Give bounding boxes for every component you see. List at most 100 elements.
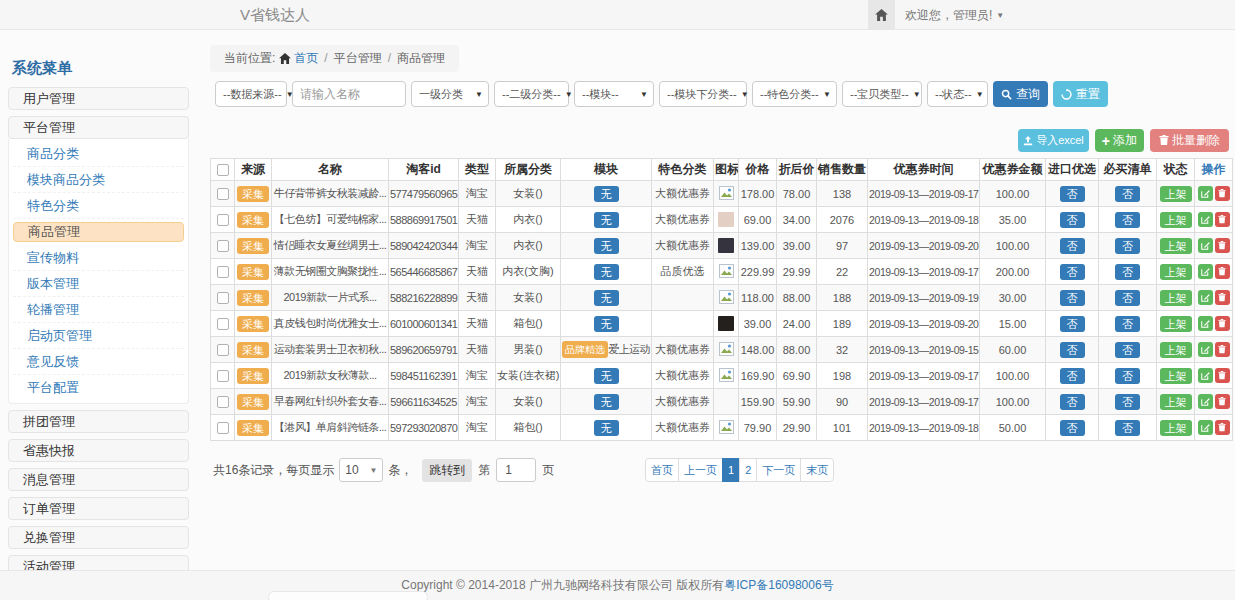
status-badge[interactable]: 上架 — [1160, 368, 1192, 384]
page-number-input[interactable]: 1 — [496, 458, 536, 482]
source-badge[interactable]: 采集 — [237, 368, 269, 384]
icp-link[interactable]: 粤ICP备16098006号 — [724, 578, 833, 592]
source-badge[interactable]: 采集 — [237, 238, 269, 254]
delete-button[interactable] — [1215, 394, 1230, 409]
import-select-toggle[interactable]: 否 — [1060, 316, 1085, 332]
module-none-badge[interactable]: 无 — [594, 394, 619, 410]
import-select-toggle[interactable]: 否 — [1060, 394, 1085, 410]
filter-select-模块[interactable]: --模块--▼ — [574, 81, 654, 107]
must-buy-toggle[interactable]: 否 — [1115, 368, 1140, 384]
module-badge[interactable]: 品牌精选 — [562, 341, 608, 358]
must-buy-toggle[interactable]: 否 — [1115, 186, 1140, 202]
edit-button[interactable] — [1198, 238, 1213, 253]
status-badge[interactable]: 上架 — [1160, 420, 1192, 436]
sidebar-item-模块商品分类[interactable]: 模块商品分类 — [13, 167, 184, 193]
sidebar-group-平台管理[interactable]: 平台管理 — [8, 116, 189, 139]
edit-button[interactable] — [1198, 186, 1213, 201]
row-checkbox[interactable] — [217, 422, 229, 434]
select-all-checkbox[interactable] — [217, 164, 229, 176]
row-checkbox[interactable] — [217, 188, 229, 200]
sidebar-group-订单管理[interactable]: 订单管理 — [8, 497, 189, 520]
sidebar-group-拼团管理[interactable]: 拼团管理 — [8, 410, 189, 433]
status-badge[interactable]: 上架 — [1160, 186, 1192, 202]
source-badge[interactable]: 采集 — [237, 290, 269, 306]
row-checkbox[interactable] — [217, 318, 229, 330]
row-checkbox[interactable] — [217, 266, 229, 278]
edit-button[interactable] — [1198, 212, 1213, 227]
import-select-toggle[interactable]: 否 — [1060, 238, 1085, 254]
source-badge[interactable]: 采集 — [237, 186, 269, 202]
page-button-首页[interactable]: 首页 — [645, 458, 679, 482]
row-checkbox[interactable] — [217, 344, 229, 356]
filter-select-数据来源[interactable]: --数据来源--▼ — [215, 81, 287, 107]
must-buy-toggle[interactable]: 否 — [1115, 212, 1140, 228]
edit-button[interactable] — [1198, 420, 1213, 435]
edit-button[interactable] — [1198, 316, 1213, 331]
sidebar-group-兑换管理[interactable]: 兑换管理 — [8, 526, 189, 549]
import-select-toggle[interactable]: 否 — [1060, 290, 1085, 306]
filter-select-一级分类[interactable]: 一级分类▼ — [411, 81, 489, 107]
delete-button[interactable] — [1215, 342, 1230, 357]
filter-select-状态[interactable]: --状态--▼ — [927, 81, 988, 107]
import-select-toggle[interactable]: 否 — [1060, 264, 1085, 280]
must-buy-toggle[interactable]: 否 — [1115, 238, 1140, 254]
row-checkbox[interactable] — [217, 214, 229, 226]
row-checkbox[interactable] — [217, 292, 229, 304]
breadcrumb-home-link[interactable]: 首页 — [294, 51, 318, 65]
delete-button[interactable] — [1215, 316, 1230, 331]
must-buy-toggle[interactable]: 否 — [1115, 290, 1140, 306]
name-search-input[interactable]: 请输入名称 — [292, 81, 406, 107]
source-badge[interactable]: 采集 — [237, 212, 269, 228]
status-badge[interactable]: 上架 — [1160, 394, 1192, 410]
status-badge[interactable]: 上架 — [1160, 238, 1192, 254]
status-badge[interactable]: 上架 — [1160, 342, 1192, 358]
edit-button[interactable] — [1198, 290, 1213, 305]
filter-select-模块下分类[interactable]: --模块下分类--▼ — [659, 81, 747, 107]
must-buy-toggle[interactable]: 否 — [1115, 394, 1140, 410]
module-none-badge[interactable]: 无 — [594, 238, 619, 254]
filter-select-特色分类[interactable]: --特色分类--▼ — [752, 81, 837, 107]
row-checkbox[interactable] — [217, 370, 229, 382]
import-select-toggle[interactable]: 否 — [1060, 420, 1085, 436]
must-buy-toggle[interactable]: 否 — [1115, 342, 1140, 358]
import-select-toggle[interactable]: 否 — [1060, 186, 1085, 202]
module-none-badge[interactable]: 无 — [594, 186, 619, 202]
source-badge[interactable]: 采集 — [237, 316, 269, 332]
reset-button[interactable]: 重置 — [1053, 81, 1108, 107]
edit-button[interactable] — [1198, 342, 1213, 357]
delete-button[interactable] — [1215, 238, 1230, 253]
sidebar-group-用户管理[interactable]: 用户管理 — [8, 87, 189, 110]
must-buy-toggle[interactable]: 否 — [1115, 264, 1140, 280]
jump-button[interactable]: 跳转到 — [422, 459, 472, 482]
sidebar-item-平台配置[interactable]: 平台配置 — [13, 375, 184, 401]
status-badge[interactable]: 上架 — [1160, 316, 1192, 332]
sidebar-item-商品分类[interactable]: 商品分类 — [13, 141, 184, 167]
row-checkbox[interactable] — [217, 240, 229, 252]
module-none-badge[interactable]: 无 — [594, 264, 619, 280]
edit-button[interactable] — [1198, 264, 1213, 279]
edit-button[interactable] — [1198, 394, 1213, 409]
delete-button[interactable] — [1215, 264, 1230, 279]
module-none-badge[interactable]: 无 — [594, 316, 619, 332]
sidebar-item-启动页管理[interactable]: 启动页管理 — [13, 323, 184, 349]
page-button-上一页[interactable]: 上一页 — [678, 458, 723, 482]
delete-button[interactable] — [1215, 212, 1230, 227]
delete-button[interactable] — [1215, 420, 1230, 435]
sidebar-item-意见反馈[interactable]: 意见反馈 — [13, 349, 184, 375]
import-select-toggle[interactable]: 否 — [1060, 212, 1085, 228]
sidebar-group-省惠快报[interactable]: 省惠快报 — [8, 439, 189, 462]
source-badge[interactable]: 采集 — [237, 264, 269, 280]
delete-button[interactable] — [1215, 368, 1230, 383]
page-button-末页[interactable]: 末页 — [800, 458, 834, 482]
page-button-1[interactable]: 1 — [722, 458, 740, 482]
batch-delete-button[interactable]: 批量删除 — [1150, 129, 1229, 152]
sidebar-item-宣传物料[interactable]: 宣传物料 — [13, 245, 184, 271]
status-badge[interactable]: 上架 — [1160, 264, 1192, 280]
module-none-badge[interactable]: 无 — [594, 212, 619, 228]
module-none-badge[interactable]: 无 — [594, 290, 619, 306]
source-badge[interactable]: 采集 — [237, 342, 269, 358]
module-none-badge[interactable]: 无 — [594, 368, 619, 384]
source-badge[interactable]: 采集 — [237, 394, 269, 410]
filter-select-宝贝类型[interactable]: --宝贝类型--▼ — [842, 81, 922, 107]
page-button-2[interactable]: 2 — [739, 458, 757, 482]
